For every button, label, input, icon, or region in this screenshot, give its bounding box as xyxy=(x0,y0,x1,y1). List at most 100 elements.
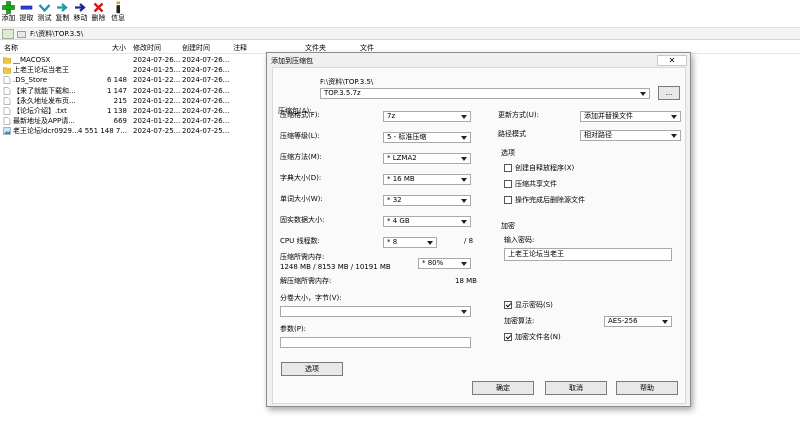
info-button[interactable]: 信息 xyxy=(110,0,126,26)
plus-icon xyxy=(2,1,15,14)
chevron-down-icon xyxy=(461,310,467,314)
table-row[interactable]: 最新地址及APP请... 669 2024-01-22... 2024-07-26..… xyxy=(0,116,268,126)
archive-dir: F:\资料\TOP.3.5\ xyxy=(320,78,374,86)
file-size: 1 138 xyxy=(106,107,127,115)
test-button[interactable]: 测试 xyxy=(37,0,52,26)
update-select[interactable]: 添加并替换文件 xyxy=(580,111,681,122)
copy-button[interactable]: 复制 xyxy=(55,0,70,26)
ok-button[interactable]: 确定 xyxy=(472,381,534,395)
table-row[interactable]: .DS_Store 6 148 2024-01-22... 2024-07-26... xyxy=(0,75,268,85)
column-created[interactable]: 创建时间 xyxy=(182,43,210,53)
dialog-body: 压缩包(A): F:\资料\TOP.3.5\ TOP.3.5.7z ... 压缩… xyxy=(272,67,686,404)
cancel-button[interactable]: 取消 xyxy=(545,381,607,395)
chevron-down-icon xyxy=(640,92,646,96)
delete-x-icon xyxy=(93,2,104,13)
enc-names-checkbox[interactable] xyxy=(504,333,512,341)
file-created: 2024-07-26... xyxy=(182,56,230,64)
file-icon xyxy=(3,86,11,95)
info-icon xyxy=(116,1,120,14)
arrow-right-icon xyxy=(75,3,86,12)
browse-button[interactable]: ... xyxy=(658,86,680,100)
extract-button[interactable]: 提取 xyxy=(19,0,34,26)
chevron-down-icon xyxy=(461,262,467,266)
table-row[interactable]: 【论坛介绍】.txt 1 138 2024-01-22... 2024-07-26..… xyxy=(0,106,268,116)
show-password-checkbox[interactable] xyxy=(504,301,512,309)
delete-after-checkbox[interactable] xyxy=(504,196,512,204)
level-label: 压缩等级(L): xyxy=(280,132,320,140)
shared-checkbox[interactable] xyxy=(504,180,512,188)
column-size[interactable]: 大小 xyxy=(112,43,126,53)
sfx-label: 创建自释放程序(X) xyxy=(515,164,575,172)
image-file-icon xyxy=(3,127,11,136)
help-button[interactable]: 帮助 xyxy=(616,381,678,395)
word-select[interactable]: * 32 xyxy=(383,195,471,206)
file-modified: 2024-07-25... xyxy=(133,127,181,136)
chevron-down-icon xyxy=(427,241,433,245)
file-modified: 2024-01-22... xyxy=(133,86,181,95)
file-name: 上老王论坛当老王 xyxy=(13,66,69,75)
toolbar: 添加 提取 测试 复制 移动 删除 信息 xyxy=(0,0,800,26)
chevron-down-icon xyxy=(461,220,467,224)
file-modified: 2024-01-22... xyxy=(133,96,181,105)
format-select[interactable]: 7z xyxy=(383,111,471,122)
move-button[interactable]: 移动 xyxy=(73,0,88,26)
method-select[interactable]: * LZMA2 xyxy=(383,153,471,164)
column-comment[interactable]: 注释 xyxy=(233,43,247,53)
chevron-down-icon xyxy=(461,157,467,161)
decomp-label: 解压缩所需内存: xyxy=(280,277,332,285)
column-modified[interactable]: 修改时间 xyxy=(133,43,161,53)
table-row[interactable]: 上老王论坛当老王 2024-01-25... 2024-07-26... xyxy=(0,65,268,75)
options-button[interactable]: 选项 xyxy=(281,362,343,376)
decomp-value: 18 MB xyxy=(455,277,477,285)
solid-select[interactable]: * 4 GB xyxy=(383,216,471,227)
file-created: 2024-07-26... xyxy=(182,76,230,85)
address-path[interactable]: F:\资料\TOP.3.5\ xyxy=(30,29,83,39)
shared-label: 压缩共享文件 xyxy=(515,180,557,188)
split-combo[interactable] xyxy=(280,306,471,317)
table-row[interactable]: 【永久地址发布页... 215 2024-01-22... 2024-07-26... xyxy=(0,96,268,106)
chevron-down-icon xyxy=(671,134,677,138)
file-size: 4 551 148 7... xyxy=(78,127,127,136)
password-input[interactable]: 上老王论坛当老王 xyxy=(504,248,672,261)
sfx-checkbox[interactable] xyxy=(504,164,512,172)
file-modified: 2024-01-22... xyxy=(133,107,181,115)
up-folder-button[interactable] xyxy=(2,29,14,39)
file-icon xyxy=(3,117,11,125)
chevron-down-icon xyxy=(662,320,668,324)
dict-label: 字典大小(D): xyxy=(280,174,322,182)
params-input[interactable] xyxy=(280,337,471,348)
table-row[interactable]: 老王论坛ldcr0929... 4 551 148 7... 2024-07-25.… xyxy=(0,126,268,136)
close-icon: ✕ xyxy=(668,56,676,65)
archive-name-combo[interactable]: TOP.3.5.7z xyxy=(320,88,650,99)
mem-select[interactable]: * 80% xyxy=(418,258,471,269)
file-name: __MACOSX xyxy=(13,56,51,64)
delete-button[interactable]: 删除 xyxy=(91,0,106,26)
file-created: 2024-07-26... xyxy=(182,96,230,105)
file-size: 6 148 xyxy=(106,76,127,85)
close-button[interactable]: ✕ xyxy=(657,55,687,66)
file-created: 2024-07-25... xyxy=(182,127,230,136)
file-created: 2024-07-26... xyxy=(182,86,230,95)
table-row[interactable]: 【来了就能下载和... 1 147 2024-01-22... 2024-07-26.… xyxy=(0,86,268,96)
level-select[interactable]: 5 - 标准压缩 xyxy=(383,132,471,143)
enc-method-label: 加密算法: xyxy=(504,317,535,325)
file-modified: 2024-01-22... xyxy=(133,117,181,126)
column-name[interactable]: 名称 xyxy=(4,43,18,53)
split-label: 分卷大小，字节(V): xyxy=(280,294,342,302)
chevron-down-icon xyxy=(461,178,467,182)
format-label: 压缩格式(F): xyxy=(280,111,320,119)
chevron-down-icon xyxy=(671,115,677,119)
arrow-right-icon xyxy=(57,3,68,12)
cpu-select[interactable]: * 8 xyxy=(383,237,437,248)
folder-icon xyxy=(3,67,11,74)
encryption-group-label: 加密 xyxy=(501,222,515,230)
file-created: 2024-07-26... xyxy=(182,107,230,115)
enc-method-select[interactable]: AES-256 xyxy=(604,316,672,327)
table-row[interactable]: __MACOSX 2024-07-26... 2024-07-26... xyxy=(0,55,268,65)
add-button[interactable]: 添加 xyxy=(1,0,16,26)
dict-select[interactable]: * 16 MB xyxy=(383,174,471,185)
method-label: 压缩方法(M): xyxy=(280,153,322,161)
add-to-archive-dialog: 添加到压缩包 ✕ 压缩包(A): F:\资料\TOP.3.5\ TOP.3.5.… xyxy=(266,52,691,407)
pathmode-label: 路径模式 xyxy=(498,130,526,138)
pathmode-select[interactable]: 相对路径 xyxy=(580,130,681,141)
